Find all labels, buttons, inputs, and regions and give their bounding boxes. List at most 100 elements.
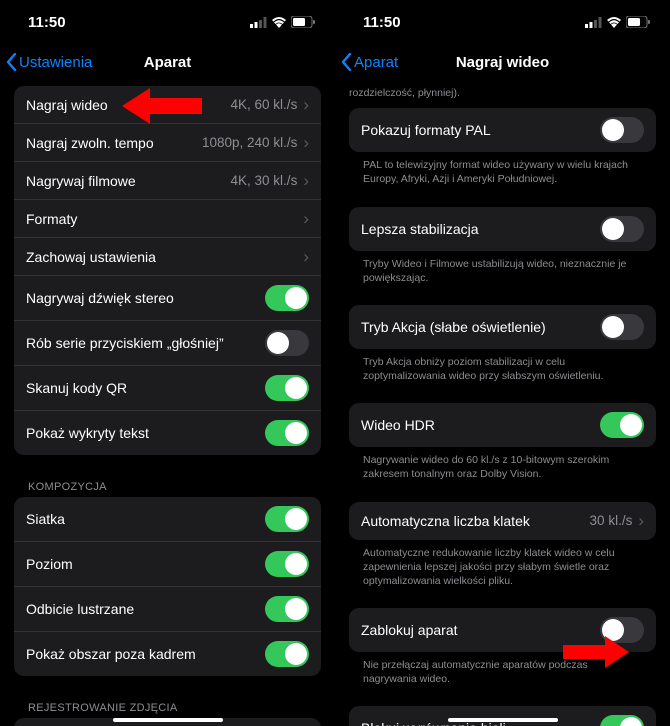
settings-group: Automatyczna liczba klatek 30 kl./s› [349,502,656,540]
group-footer: Automatyczne redukowanie liczby klatek w… [349,540,656,589]
settings-row[interactable]: Pokaż obszar poza kadrem [14,632,321,676]
row-right [265,596,309,622]
row-right: › [303,248,309,265]
settings-row[interactable]: Wideo HDR [349,403,656,447]
row-right [265,375,309,401]
settings-row[interactable]: Pokaż wykryty tekst [14,411,321,455]
settings-row[interactable]: Pokazuj formaty PAL [349,108,656,152]
settings-group: Lepsza stabilizacja [349,207,656,251]
row-right [600,314,644,340]
settings-row[interactable]: Tryb Akcja (słabe oświetlenie) [349,305,656,349]
toggle-switch[interactable] [600,715,644,726]
row-label: Automatyczna liczba klatek [361,513,530,529]
arrow-indicator-right [563,634,629,670]
group-footer: Tryby Wideo i Filmowe ustabilizują wideo… [349,251,656,285]
row-right [600,216,644,242]
row-label: Wideo HDR [361,417,435,433]
status-icons [250,16,315,28]
row-label: Pokaż obszar poza kadrem [26,646,196,662]
toggle-switch[interactable] [265,420,309,446]
settings-row[interactable]: Formaty › [14,200,321,238]
arrow-indicator-left [122,86,202,126]
screen-camera-settings: 11:50 Ustawienia Aparat Nagraj wideo4K, … [0,0,335,726]
settings-row[interactable]: Zachowaj ustawienia› [14,238,321,276]
row-right: 1080p, 240 kl./s › [202,134,309,151]
chevron-right-icon: › [303,248,309,265]
row-label: Rób serie przyciskiem „głośniej” [26,335,224,351]
battery-icon [291,16,315,28]
toggle-switch[interactable] [600,117,644,143]
group-footer: Tryb Akcja obniży poziom stabilizacji w … [349,349,656,383]
row-label: Pokazuj formaty PAL [361,122,491,138]
row-right: 4K, 30 kl./s› [231,172,309,189]
row-label: Pokaż wykryty tekst [26,425,149,441]
chevron-right-icon: › [303,96,309,113]
row-right: › [303,210,309,227]
status-icons [585,16,650,28]
toggle-switch[interactable] [265,375,309,401]
row-right [265,285,309,311]
row-value: 4K, 60 kl./s [231,97,298,112]
row-right [265,330,309,356]
row-label: Skanuj kody QR [26,380,127,396]
nav-bar: Ustawienia Aparat [0,44,335,80]
settings-row[interactable]: Odbicie lustrzane [14,587,321,632]
row-right [600,715,644,726]
cellular-icon [250,17,267,28]
section-header-composition: KOMPOZYCJA [14,475,321,497]
nav-bar: Aparat Nagraj wideo [335,44,670,80]
settings-row[interactable]: Nagrywaj filmowe4K, 30 kl./s› [14,162,321,200]
status-bar: 11:50 [335,0,670,44]
toggle-switch[interactable] [265,285,309,311]
toggle-switch[interactable] [265,551,309,577]
row-label: Nagrywaj dźwięk stereo [26,290,174,306]
toggle-switch[interactable] [600,216,644,242]
row-label: Lepsza stabilizacja [361,221,479,237]
toggle-switch[interactable] [265,330,309,356]
settings-row[interactable]: Nagrywaj dźwięk stereo [14,276,321,321]
page-title: Aparat [0,54,335,71]
settings-row[interactable]: Poziom [14,542,321,587]
row-right [265,420,309,446]
section-header-capture: REJESTROWANIE ZDJĘCIA [14,696,321,718]
row-label: Tryb Akcja (słabe oświetlenie) [361,319,546,335]
row-label: Formaty [26,211,77,227]
chevron-right-icon: › [303,210,309,227]
settings-row[interactable]: Automatyczna liczba klatek 30 kl./s› [349,502,656,540]
content: Nagraj wideo4K, 60 kl./s›Nagraj zwoln. t… [0,80,335,726]
screen-record-video: 11:50 Aparat Nagraj wideo rozdzielczość,… [335,0,670,726]
settings-group: Blokuj wyrównanie bieli [349,706,656,726]
row-right [600,117,644,143]
group-footer: Nagrywanie wideo do 60 kl./s z 10-bitowy… [349,447,656,481]
settings-group: Tryb Akcja (słabe oświetlenie) [349,305,656,349]
settings-group: Wideo HDR [349,403,656,447]
settings-row[interactable]: Siatka [14,497,321,542]
page-title: Nagraj wideo [335,54,670,71]
settings-row[interactable]: Nagraj zwoln. tempo 1080p, 240 kl./s › [14,124,321,162]
footer-fragment: rozdzielczość, płynniej). [335,86,670,108]
row-right [265,641,309,667]
settings-group: Pokazuj formaty PAL [349,108,656,152]
row-label: Zablokuj aparat [361,622,458,638]
row-label: Nagraj wideo [26,97,108,113]
toggle-switch[interactable] [265,596,309,622]
row-value: 1080p, 240 kl./s [202,135,297,150]
settings-row[interactable]: Blokuj wyrównanie bieli [349,706,656,726]
settings-row[interactable]: Lepsza stabilizacja [349,207,656,251]
settings-row[interactable]: Skanuj kody QR [14,366,321,411]
content: rozdzielczość, płynniej). Pokazuj format… [335,80,670,726]
row-value: 4K, 30 kl./s [231,173,298,188]
row-label: Nagraj zwoln. tempo [26,135,154,151]
group-footer: PAL to telewizyjny format wideo używany … [349,152,656,186]
row-right [265,506,309,532]
row-right [600,412,644,438]
row-right: 30 kl./s› [590,512,644,529]
toggle-switch[interactable] [265,641,309,667]
toggle-switch[interactable] [600,412,644,438]
toggle-switch[interactable] [265,506,309,532]
row-label: Poziom [26,556,73,572]
chevron-right-icon: › [303,134,309,151]
settings-row[interactable]: Rób serie przyciskiem „głośniej” [14,321,321,366]
toggle-switch[interactable] [600,314,644,340]
wifi-icon [271,16,287,28]
